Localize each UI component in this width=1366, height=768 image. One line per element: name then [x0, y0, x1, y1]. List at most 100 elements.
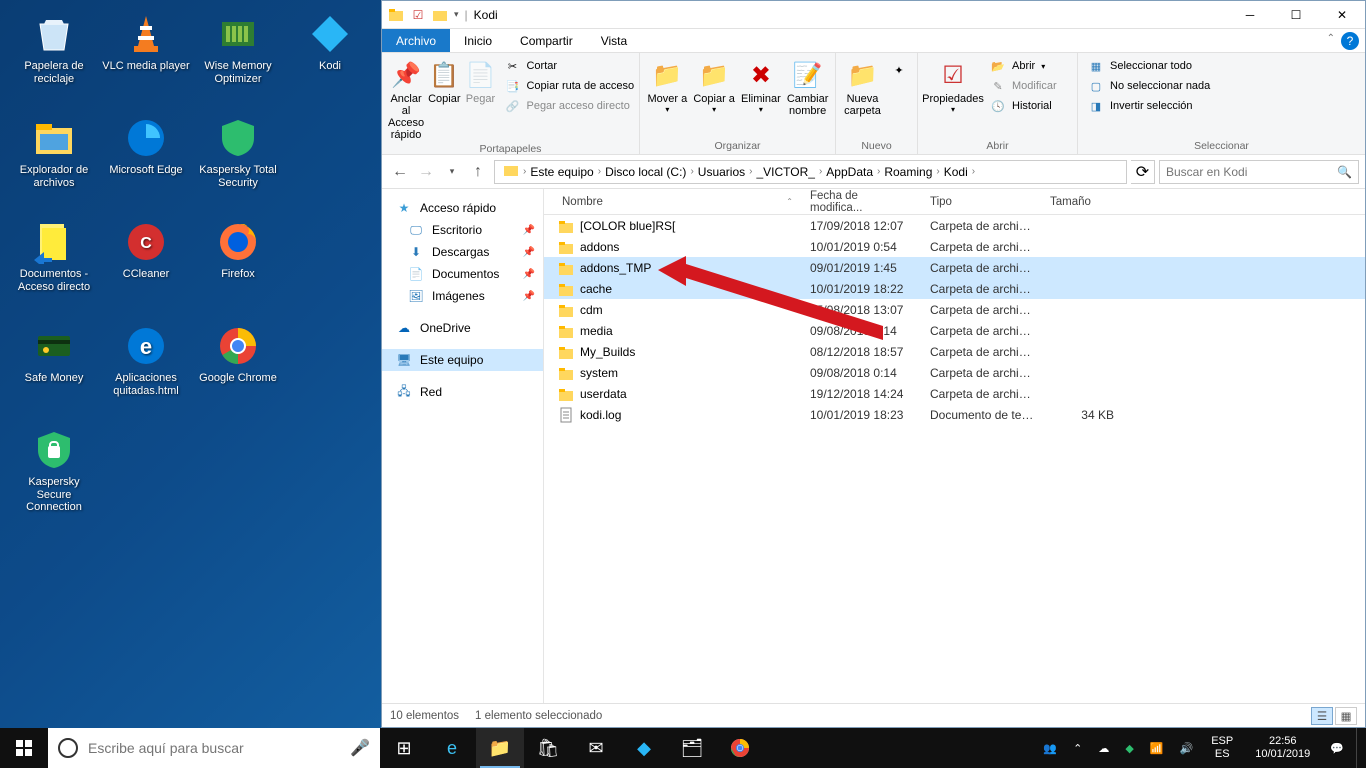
- taskbar-explorer[interactable]: 📁: [476, 728, 524, 768]
- file-row[interactable]: cache10/01/2019 18:22Carpeta de archivos: [544, 278, 1365, 299]
- view-large-button[interactable]: ▦: [1335, 707, 1357, 725]
- tray-language[interactable]: ESPES: [1205, 735, 1239, 761]
- search-box[interactable]: 🔍: [1159, 160, 1359, 184]
- desktop-icon-edge[interactable]: Microsoft Edge: [100, 112, 192, 212]
- task-view-button[interactable]: ⊞: [380, 728, 428, 768]
- col-type[interactable]: Tipo: [922, 196, 1042, 208]
- search-icon[interactable]: 🔍: [1337, 165, 1352, 179]
- desktop-icon-vlc[interactable]: VLC media player: [100, 8, 192, 108]
- taskbar-search[interactable]: 🎤: [48, 728, 380, 768]
- close-button[interactable]: ✕: [1319, 1, 1365, 29]
- breadcrumb-item[interactable]: Usuarios: [694, 165, 749, 179]
- breadcrumb-item[interactable]: Este equipo: [526, 165, 597, 179]
- taskbar-kodi[interactable]: ◆: [620, 728, 668, 768]
- tab-vista[interactable]: Vista: [587, 29, 641, 52]
- taskbar-store[interactable]: 🛍: [524, 728, 572, 768]
- paste-button[interactable]: 📄 Pegar: [464, 57, 496, 105]
- breadcrumb-item[interactable]: Roaming: [880, 165, 936, 179]
- breadcrumb-item[interactable]: _VICTOR_: [752, 165, 818, 179]
- qat-dropdown-icon[interactable]: ▾: [454, 9, 459, 20]
- invert-selection-button[interactable]: ◨Invertir selección: [1084, 97, 1214, 115]
- desktop-icon-safemoney[interactable]: Safe Money: [8, 320, 100, 420]
- breadcrumb-item[interactable]: Disco local (C:): [601, 165, 690, 179]
- nav-pictures[interactable]: 🖼Imágenes📌: [382, 285, 543, 307]
- history-button[interactable]: 🕓Historial: [986, 97, 1061, 115]
- taskbar-app[interactable]: 🗂: [668, 728, 716, 768]
- minimize-button[interactable]: ─: [1227, 1, 1273, 29]
- copy-path-button[interactable]: 📑Copiar ruta de acceso: [500, 77, 638, 95]
- show-desktop-button[interactable]: [1356, 728, 1362, 768]
- delete-button[interactable]: ✖Eliminar▾: [740, 57, 783, 114]
- up-button[interactable]: ↑: [466, 160, 490, 184]
- properties-button[interactable]: ☑Propiedades▾: [924, 57, 982, 114]
- file-row[interactable]: [COLOR blue]RS[17/09/2018 12:07Carpeta d…: [544, 215, 1365, 236]
- qat-properties-icon[interactable]: ☑: [410, 7, 426, 23]
- file-row[interactable]: media09/08/2018 0:14Carpeta de archivos: [544, 320, 1365, 341]
- tray-notifications-icon[interactable]: 💬: [1326, 742, 1348, 755]
- desktop-icon-chrome[interactable]: Google Chrome: [192, 320, 284, 420]
- ribbon-collapse-icon[interactable]: ⌃: [1327, 33, 1335, 44]
- qat-newfolder-icon[interactable]: [432, 7, 448, 23]
- file-row[interactable]: system09/08/2018 0:14Carpeta de archivos: [544, 362, 1365, 383]
- breadcrumb[interactable]: › Este equipo›Disco local (C:)›Usuarios›…: [494, 160, 1127, 184]
- taskbar-search-input[interactable]: [88, 740, 340, 756]
- tab-compartir[interactable]: Compartir: [506, 29, 587, 52]
- col-size[interactable]: Tamaño: [1042, 196, 1122, 208]
- refresh-button[interactable]: ⟳: [1131, 160, 1155, 184]
- desktop-icon-ksecure[interactable]: Kaspersky Secure Connection: [8, 424, 100, 524]
- col-name[interactable]: Nombre ⌃: [544, 196, 802, 208]
- help-icon[interactable]: ?: [1341, 32, 1359, 50]
- pin-quickaccess-button[interactable]: 📌 Anclar al Acceso rápido: [388, 57, 424, 141]
- desktop-icon-kaspersky[interactable]: Kaspersky Total Security: [192, 112, 284, 212]
- tray-onedrive-icon[interactable]: ☁: [1094, 742, 1113, 755]
- mic-icon[interactable]: 🎤: [350, 738, 370, 758]
- cut-button[interactable]: ✂Cortar: [500, 57, 638, 75]
- col-date[interactable]: Fecha de modifica...: [802, 190, 922, 214]
- breadcrumb-root-icon[interactable]: [499, 162, 523, 181]
- new-item-button[interactable]: ✦: [887, 61, 911, 79]
- start-button[interactable]: [0, 728, 48, 768]
- rename-button[interactable]: 📝Cambiar nombre: [786, 57, 829, 117]
- tray-up-icon[interactable]: ⌃: [1069, 742, 1086, 755]
- nav-downloads[interactable]: ⬇Descargas📌: [382, 241, 543, 263]
- desktop-icon-recycle[interactable]: Papelera de reciclaje: [8, 8, 100, 108]
- maximize-button[interactable]: ☐: [1273, 1, 1319, 29]
- copy-to-button[interactable]: 📁Copiar a▾: [693, 57, 736, 114]
- back-button[interactable]: ←: [388, 160, 412, 184]
- file-row[interactable]: kodi.log10/01/2019 18:23Documento de tex…: [544, 404, 1365, 425]
- edit-button[interactable]: ✎Modificar: [986, 77, 1061, 95]
- move-to-button[interactable]: 📁Mover a▾: [646, 57, 689, 114]
- nav-documents[interactable]: 📄Documentos📌: [382, 263, 543, 285]
- new-folder-button[interactable]: 📁Nueva carpeta: [842, 57, 883, 117]
- select-all-button[interactable]: ▦Seleccionar todo: [1084, 57, 1214, 75]
- nav-desktop[interactable]: 🖵Escritorio📌: [382, 219, 543, 241]
- file-row[interactable]: userdata19/12/2018 14:24Carpeta de archi…: [544, 383, 1365, 404]
- tray-volume-icon[interactable]: 🔊: [1176, 742, 1198, 755]
- forward-button[interactable]: →: [414, 160, 438, 184]
- desktop-icon-edgefile[interactable]: eAplicaciones quitadas.html: [100, 320, 192, 420]
- tab-inicio[interactable]: Inicio: [450, 29, 506, 52]
- copy-button[interactable]: 📋 Copiar: [428, 57, 460, 105]
- desktop-icon-wise[interactable]: Wise Memory Optimizer: [192, 8, 284, 108]
- desktop-icon-kodi[interactable]: Kodi: [284, 8, 376, 108]
- recent-button[interactable]: ▾: [440, 160, 464, 184]
- file-row[interactable]: cdm15/08/2018 13:07Carpeta de archivos: [544, 299, 1365, 320]
- nav-onedrive[interactable]: ☁OneDrive: [382, 317, 543, 339]
- breadcrumb-item[interactable]: Kodi: [940, 165, 972, 179]
- titlebar[interactable]: ☑ ▾ | Kodi ─ ☐ ✕: [382, 1, 1365, 29]
- desktop-icon-firefox[interactable]: Firefox: [192, 216, 284, 316]
- breadcrumb-item[interactable]: AppData: [822, 165, 877, 179]
- tab-archivo[interactable]: Archivo: [382, 29, 450, 52]
- nav-network[interactable]: 🖧Red: [382, 381, 543, 403]
- file-row[interactable]: My_Builds08/12/2018 18:57Carpeta de arch…: [544, 341, 1365, 362]
- open-button[interactable]: 📂Abrir ▾: [986, 57, 1061, 75]
- nav-this-pc[interactable]: 🖥Este equipo: [382, 349, 543, 371]
- taskbar-chrome[interactable]: [716, 728, 764, 768]
- desktop-icon-docshortcut[interactable]: Documentos - Acceso directo: [8, 216, 100, 316]
- paste-shortcut-button[interactable]: 🔗Pegar acceso directo: [500, 97, 638, 115]
- tray-clock[interactable]: 22:5610/01/2019: [1247, 735, 1318, 761]
- file-row[interactable]: addons_TMP09/01/2019 1:45Carpeta de arch…: [544, 257, 1365, 278]
- tray-kaspersky-icon[interactable]: ◆: [1121, 742, 1137, 755]
- desktop-icon-explorer[interactable]: Explorador de archivos: [8, 112, 100, 212]
- select-none-button[interactable]: ▢No seleccionar nada: [1084, 77, 1214, 95]
